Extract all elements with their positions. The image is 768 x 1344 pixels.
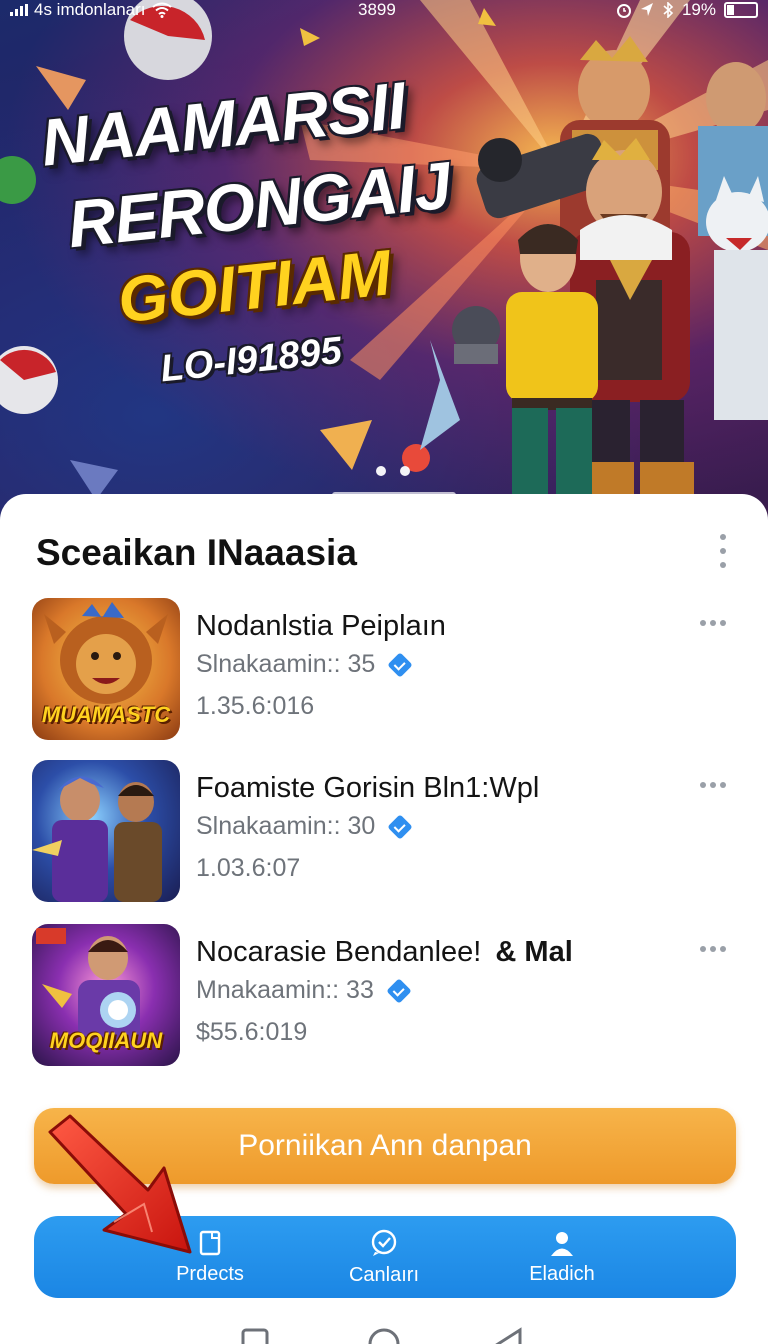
app-thumbnail: MUAMASTC <box>32 598 180 740</box>
app-version: 1.35.6:016 <box>196 692 315 720</box>
bluetooth-icon <box>663 2 674 18</box>
carousel-dots[interactable] <box>376 466 410 476</box>
battery-percent: 19% <box>681 0 716 19</box>
app-subtitle: Slnakaamin:: 30 <box>196 812 376 840</box>
person-icon <box>551 1231 573 1256</box>
row-more-icon[interactable] <box>700 946 726 952</box>
recents-icon[interactable] <box>241 1328 269 1344</box>
app-subtitle: Mnakaamin:: 33 <box>196 976 374 1004</box>
app-price: $55.6:019 <box>196 1018 308 1046</box>
app-subtitle: Slnakaamin:: 35 <box>196 650 376 678</box>
thumbnail-label: MOQIIAUN <box>49 1028 163 1053</box>
list-item[interactable]: MUAMASTC Nodanlstia Peiplaın Slnakaamin:… <box>0 594 768 740</box>
carousel-dot[interactable] <box>400 466 410 476</box>
app-version: 1.03.6:07 <box>196 854 301 882</box>
verified-icon <box>387 651 414 678</box>
nav-label: Eladich <box>529 1262 595 1285</box>
chat-check-icon <box>371 1229 397 1256</box>
app-subtitle-row: Slnakaamin:: 35 <box>196 650 414 679</box>
wifi-icon <box>151 2 172 18</box>
app-title: Foamiste Gorisin Bln1:Wpl <box>196 772 540 804</box>
list-item[interactable]: MOQIIAUN Nocarasie Bendanlee! & Mal Mnak… <box>0 920 768 1066</box>
carrier-label: 4s imdonlanarı <box>34 0 146 19</box>
row-more-icon[interactable] <box>700 782 726 788</box>
verified-icon <box>386 977 412 1004</box>
back-icon[interactable] <box>495 1327 522 1344</box>
thumbnail-label: MUAMASTC <box>41 702 171 727</box>
hero-banner[interactable]: 4s imdonlanarı 3899 19% NAAMARSII RERONG… <box>0 0 768 520</box>
app-title: Nocarasie Bendanlee! <box>196 936 482 968</box>
app-title-suffix: & Mal <box>495 936 573 968</box>
signal-icon <box>10 4 28 16</box>
app-thumbnail: MOQIIAUN <box>32 924 180 1066</box>
location-icon <box>640 3 653 16</box>
hero-title: NAAMARSII RERONGAIJ GOITIAM LO-I91895 <box>38 68 468 401</box>
nav-item-canlairi[interactable]: Canlaırı <box>294 1216 474 1298</box>
app-subtitle-row: Mnakaamin:: 33 <box>196 976 412 1005</box>
row-more-icon[interactable] <box>700 620 726 626</box>
sheet-handle[interactable] <box>332 492 456 498</box>
battery-icon <box>724 2 758 18</box>
heroes-icon <box>32 776 162 902</box>
verified-icon <box>387 813 414 840</box>
status-time: 3899 <box>358 0 396 19</box>
system-nav-bar <box>241 1327 522 1344</box>
app-title-row: Nocarasie Bendanlee! & Mal <box>196 936 573 969</box>
app-thumbnail <box>32 760 180 902</box>
status-bar: 4s imdonlanarı 3899 19% <box>0 0 768 24</box>
carousel-dot[interactable] <box>376 466 386 476</box>
nav-item-eladich[interactable]: Eladich <box>472 1216 652 1298</box>
home-icon[interactable] <box>368 1328 400 1344</box>
pointer-arrow-icon <box>48 1114 192 1254</box>
app-subtitle-row: Slnakaamin:: 30 <box>196 812 414 841</box>
list-item[interactable]: Foamiste Gorisin Bln1:Wpl Slnakaamin:: 3… <box>0 756 768 902</box>
more-options-icon[interactable] <box>716 534 730 568</box>
app-title: Nodanlstia Peiplaın <box>196 610 446 642</box>
nav-label: Canlaırı <box>348 1263 420 1286</box>
section-title: Sceaikan INaaasia <box>36 532 357 573</box>
nav-label: Prdects <box>176 1262 244 1285</box>
alarm-icon <box>616 4 631 18</box>
